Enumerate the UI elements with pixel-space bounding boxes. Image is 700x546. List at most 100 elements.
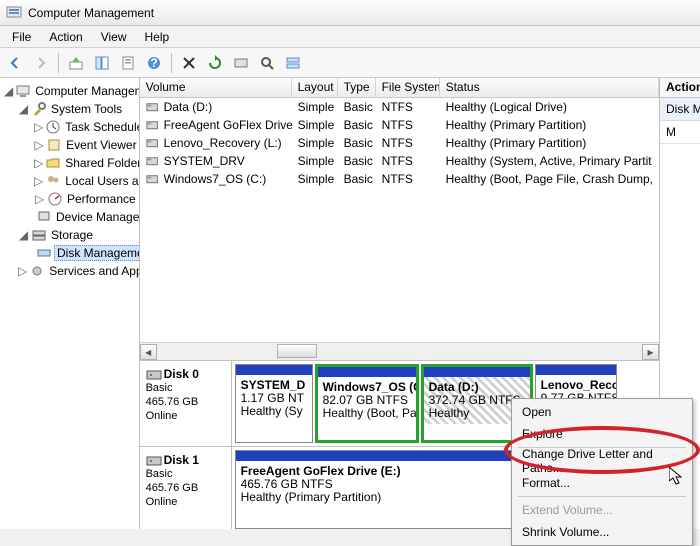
ctx-shrink-volume[interactable]: Shrink Volume... xyxy=(514,521,690,543)
volume-layout: Simple xyxy=(292,99,338,115)
context-menu: Open Explore Change Drive Letter and Pat… xyxy=(511,398,693,546)
tree-device-manager[interactable]: Device Manager xyxy=(0,208,139,226)
back-button[interactable] xyxy=(4,52,26,74)
volume-name: FreeAgent GoFlex Drive (E:) xyxy=(164,118,292,132)
toolbar: ? xyxy=(0,48,700,78)
delete-button[interactable] xyxy=(178,52,200,74)
volume-type: Basic xyxy=(338,171,376,187)
tools-icon xyxy=(31,101,47,117)
volume-status: Healthy (Primary Partition) xyxy=(440,135,659,151)
tree-local-users[interactable]: ▷Local Users and Groups xyxy=(0,172,139,190)
volume-list-header[interactable]: Volume Layout Type File System Status xyxy=(140,78,659,98)
volume-row[interactable]: Windows7_OS (C:)SimpleBasicNTFSHealthy (… xyxy=(140,170,659,188)
users-icon xyxy=(45,173,61,189)
col-type[interactable]: Type xyxy=(338,78,376,97)
volume-fs: NTFS xyxy=(376,99,440,115)
tool-button-1[interactable] xyxy=(230,52,252,74)
disk-state: Online xyxy=(146,409,225,423)
volume-type: Basic xyxy=(338,117,376,133)
volume-list[interactable]: Data (D:)SimpleBasicNTFSHealthy (Logical… xyxy=(140,98,659,342)
drive-icon xyxy=(146,155,160,167)
show-hide-tree-button[interactable] xyxy=(91,52,113,74)
menubar: File Action View Help xyxy=(0,26,700,48)
svg-text:?: ? xyxy=(150,56,157,70)
volume-row[interactable]: FreeAgent GoFlex Drive (E:)SimpleBasicNT… xyxy=(140,116,659,134)
disk-size: 465.76 GB xyxy=(146,481,225,495)
ctx-open[interactable]: Open xyxy=(514,401,690,423)
tree-performance[interactable]: ▷Performance xyxy=(0,190,139,208)
volume-status: Healthy (Primary Partition) xyxy=(440,117,659,133)
tree-system-tools[interactable]: ◢System Tools xyxy=(0,100,139,118)
drive-icon xyxy=(146,101,160,113)
disk-name: Disk 1 xyxy=(164,453,199,467)
disk-kind: Basic xyxy=(146,381,225,395)
partition[interactable]: SYSTEM_D1.17 GB NTHealthy (Sy xyxy=(235,364,313,443)
tree-event-viewer[interactable]: ▷Event Viewer xyxy=(0,136,139,154)
menu-view[interactable]: View xyxy=(93,28,135,46)
actions-row-1[interactable]: Disk M xyxy=(660,98,700,121)
disk-name: Disk 0 xyxy=(164,367,199,381)
help-button[interactable]: ? xyxy=(143,52,165,74)
col-layout[interactable]: Layout xyxy=(292,78,338,97)
tree-task-scheduler[interactable]: ▷Task Scheduler xyxy=(0,118,139,136)
folder-share-icon xyxy=(45,155,61,171)
tree-shared-folders[interactable]: ▷Shared Folders xyxy=(0,154,139,172)
storage-icon xyxy=(31,227,47,243)
disk-state: Online xyxy=(146,495,225,509)
col-volume[interactable]: Volume xyxy=(140,78,292,97)
volume-type: Basic xyxy=(338,135,376,151)
ctx-format[interactable]: Format... xyxy=(514,472,690,494)
volume-fs: NTFS xyxy=(376,117,440,133)
partition[interactable]: Windows7_OS (C:)82.07 GB NTFSHealthy (Bo… xyxy=(315,364,419,443)
tool-button-2[interactable] xyxy=(282,52,304,74)
disk-header[interactable]: Disk 1Basic465.76 GBOnline xyxy=(140,447,232,529)
volume-fs: NTFS xyxy=(376,153,440,169)
volume-layout: Simple xyxy=(292,117,338,133)
scroll-track[interactable] xyxy=(157,344,642,360)
ctx-change-drive-letter[interactable]: Change Drive Letter and Paths... xyxy=(514,450,690,472)
menu-action[interactable]: Action xyxy=(41,28,90,46)
computer-icon xyxy=(15,83,31,99)
gear-icon xyxy=(29,263,45,279)
volume-status: Healthy (System, Active, Primary Partit xyxy=(440,153,659,169)
volume-fs: NTFS xyxy=(376,171,440,187)
volume-status: Healthy (Logical Drive) xyxy=(440,99,659,115)
tree-services-apps[interactable]: ▷Services and Applications xyxy=(0,262,139,280)
actions-header: Action xyxy=(660,78,700,98)
volume-layout: Simple xyxy=(292,171,338,187)
actions-row-2[interactable]: M xyxy=(660,121,700,144)
volume-row[interactable]: Data (D:)SimpleBasicNTFSHealthy (Logical… xyxy=(140,98,659,116)
forward-button[interactable] xyxy=(30,52,52,74)
scroll-thumb[interactable] xyxy=(277,344,317,358)
h-scrollbar[interactable]: ◂ ▸ xyxy=(140,342,659,360)
menu-file[interactable]: File xyxy=(4,28,39,46)
partition-colorbar xyxy=(318,367,416,377)
volume-name: SYSTEM_DRV xyxy=(164,154,245,168)
window-title: Computer Management xyxy=(28,6,154,20)
properties-button[interactable] xyxy=(117,52,139,74)
drive-icon xyxy=(146,137,160,149)
disk-icon xyxy=(36,245,52,261)
volume-row[interactable]: Lenovo_Recovery (L:)SimpleBasicNTFSHealt… xyxy=(140,134,659,152)
menu-help[interactable]: Help xyxy=(137,28,178,46)
up-button[interactable] xyxy=(65,52,87,74)
volume-name: Data (D:) xyxy=(164,100,213,114)
tree-disk-management[interactable]: Disk Management xyxy=(0,244,139,262)
rescan-button[interactable] xyxy=(256,52,278,74)
tree-root[interactable]: ◢Computer Management (Local xyxy=(0,82,139,100)
partition-colorbar xyxy=(424,367,530,377)
scroll-right-button[interactable]: ▸ xyxy=(642,344,659,360)
scroll-left-button[interactable]: ◂ xyxy=(140,344,157,360)
volume-row[interactable]: SYSTEM_DRVSimpleBasicNTFSHealthy (System… xyxy=(140,152,659,170)
disk-header[interactable]: Disk 0Basic465.76 GBOnline xyxy=(140,361,232,446)
tree-storage[interactable]: ◢Storage xyxy=(0,226,139,244)
disk-size: 465.76 GB xyxy=(146,395,225,409)
col-filesystem[interactable]: File System xyxy=(376,78,440,97)
event-icon xyxy=(46,137,62,153)
nav-tree[interactable]: ◢Computer Management (Local ◢System Tool… xyxy=(0,78,140,529)
drive-icon xyxy=(146,119,160,131)
refresh-button[interactable] xyxy=(204,52,226,74)
ctx-explore[interactable]: Explore xyxy=(514,423,690,445)
volume-name: Windows7_OS (C:) xyxy=(164,172,267,186)
col-status[interactable]: Status xyxy=(440,78,659,97)
